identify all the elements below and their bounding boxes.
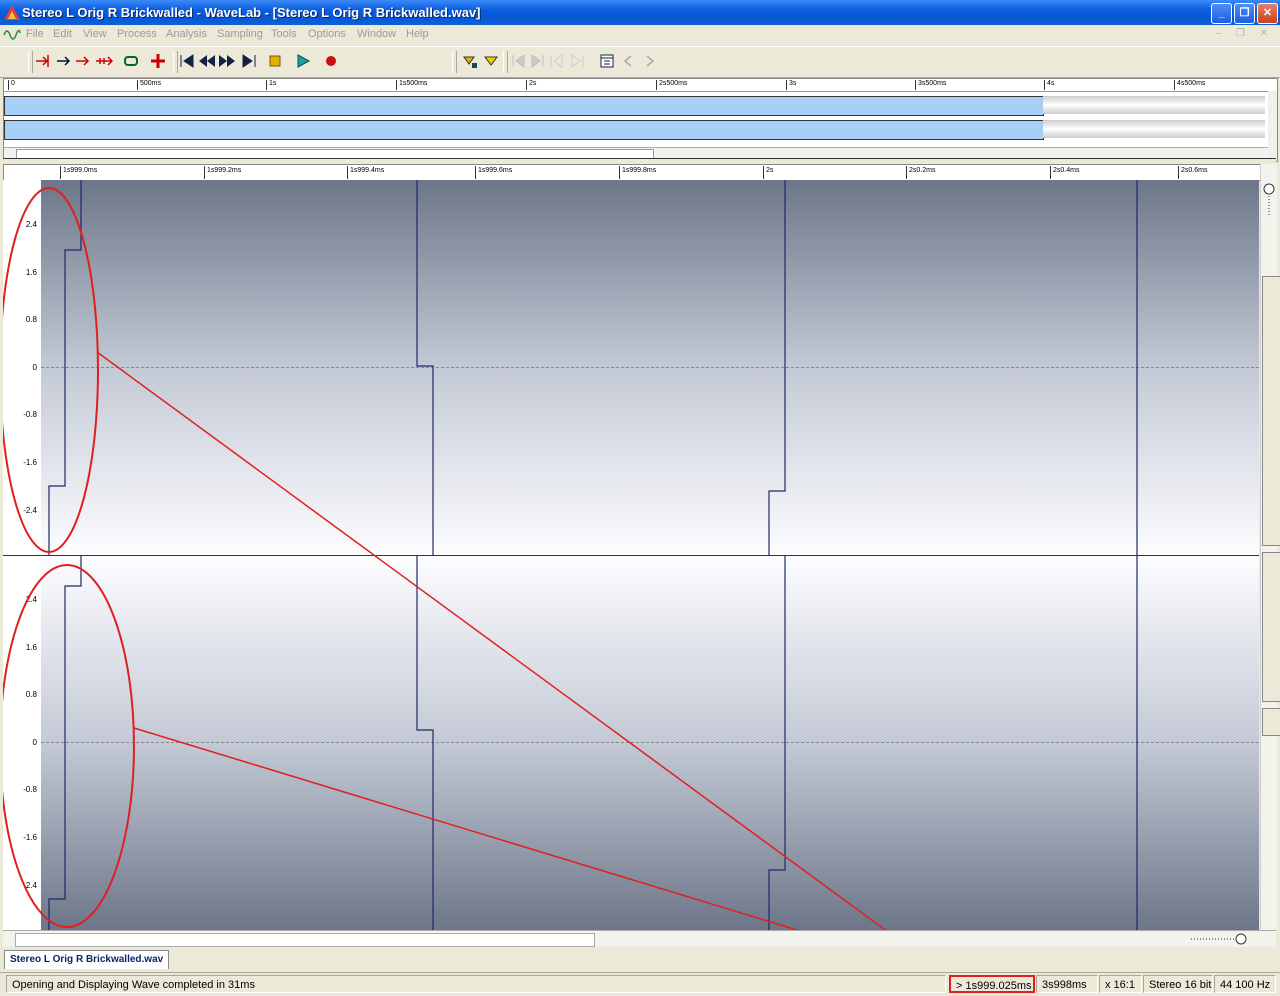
menu-view[interactable]: View	[83, 28, 107, 40]
annotation-ellipse-right	[3, 564, 135, 928]
main-horizontal-scrollbar[interactable]	[3, 930, 1276, 947]
status-length: 3s998ms	[1036, 975, 1098, 993]
select-left-icon[interactable]	[34, 53, 52, 69]
restore-button[interactable]: ❐	[1234, 3, 1255, 24]
overview-ruler-label: 0	[8, 80, 15, 90]
status-cursor-position: > 1s999.025ms	[949, 975, 1035, 993]
docked-meter-panel-top[interactable]	[1262, 276, 1280, 546]
stop-icon[interactable]	[266, 53, 284, 69]
status-message: Opening and Displaying Wave completed in…	[6, 975, 946, 993]
loop-icon[interactable]	[122, 53, 140, 69]
window-title: Stereo L Orig R Brickwalled - WaveLab - …	[22, 5, 481, 20]
minimize-button[interactable]: _	[1211, 3, 1232, 24]
go-to-end-icon[interactable]	[240, 53, 258, 69]
overview-ruler-label: 500ms	[137, 80, 161, 90]
select-right-icon[interactable]	[74, 53, 92, 69]
overview-pane[interactable]: 0 500ms 1s 1s500ms 2s 2s500ms 3s 3s500ms…	[3, 78, 1278, 162]
pane-splitter[interactable]	[3, 158, 1276, 163]
main-ruler-label: 2s0.4ms	[1050, 166, 1079, 179]
waveform-view[interactable]: 2.4 1.6 0.8 0 -0.8 -1.6 -2.4 2.4 1.6 0.8…	[3, 180, 1259, 930]
right-channel-waveform-path	[48, 556, 1138, 930]
menu-edit[interactable]: Edit	[53, 28, 72, 40]
menu-tools[interactable]: Tools	[271, 28, 297, 40]
forward-arrow-icon[interactable]	[640, 53, 658, 69]
vertical-zoom-icon[interactable]	[1262, 180, 1276, 220]
prev-region-icon[interactable]	[548, 53, 566, 69]
overview-left-channel[interactable]	[4, 96, 1044, 116]
main-ruler-label: 1s999.2ms	[204, 166, 241, 179]
menu-process[interactable]: Process	[117, 28, 157, 40]
overview-time-ruler[interactable]: 0 500ms 1s 1s500ms 2s 2s500ms 3s 3s500ms…	[4, 79, 1268, 92]
main-ruler-label: 2s0.2ms	[906, 166, 935, 179]
overview-horizontal-scrollbar[interactable]	[4, 147, 1268, 159]
overview-vertical-zoom[interactable]	[1268, 91, 1277, 161]
overview-ruler-label: 3s	[786, 80, 796, 90]
cursor-right-icon[interactable]	[55, 53, 73, 69]
menu-sampling[interactable]: Sampling	[217, 28, 263, 40]
marker-dropdown-icon[interactable]	[482, 53, 500, 69]
menu-options[interactable]: Options	[308, 28, 346, 40]
overview-ruler-label: 1s	[266, 80, 276, 90]
rewind-icon[interactable]	[198, 53, 216, 69]
annotation-ellipse-left	[3, 187, 99, 553]
toolbar-grip[interactable]	[452, 51, 457, 73]
overview-ruler-label: 1s500ms	[396, 80, 427, 90]
main-ruler-label: 1s999.8ms	[619, 166, 656, 179]
transport-toolbar	[0, 46, 1280, 78]
play-icon[interactable]	[294, 53, 312, 69]
annotation-line-left	[96, 351, 887, 930]
overview-ruler-label: 4s500ms	[1174, 80, 1205, 90]
overview-empty-right	[1043, 120, 1265, 138]
overview-ruler-label: 2s500ms	[656, 80, 687, 90]
fast-forward-icon[interactable]	[218, 53, 236, 69]
wavelab-app-icon[interactable]	[4, 5, 20, 20]
status-sample-rate: 44 100 Hz	[1214, 975, 1276, 993]
close-button[interactable]: ✕	[1257, 3, 1278, 24]
wave-document-icon[interactable]	[3, 27, 21, 43]
overview-ruler-label: 3s500ms	[915, 80, 946, 90]
select-all-icon[interactable]	[95, 53, 113, 69]
left-channel-waveform-path	[48, 180, 1138, 555]
menu-window[interactable]: Window	[357, 28, 396, 40]
overview-ruler-label: 2s	[526, 80, 536, 90]
main-ruler-label: 1s999.0ms	[60, 166, 97, 179]
toolbar-grip[interactable]	[28, 51, 33, 73]
calendar-view-icon[interactable]	[598, 53, 616, 69]
overview-right-channel[interactable]	[4, 120, 1044, 140]
waveform-overlay	[3, 180, 1138, 930]
menu-help[interactable]: Help	[406, 28, 429, 40]
main-time-ruler[interactable]: 1s999.0ms 1s999.2ms 1s999.4ms 1s999.6ms …	[3, 164, 1263, 181]
document-tab[interactable]: Stereo L Orig R Brickwalled.wav	[4, 950, 170, 969]
status-bar: Opening and Displaying Wave completed in…	[0, 972, 1280, 995]
menu-analysis[interactable]: Analysis	[166, 28, 207, 40]
main-ruler-label: 1s999.4ms	[347, 166, 384, 179]
annotation-line-right	[133, 727, 800, 930]
next-region-icon[interactable]	[568, 53, 586, 69]
main-ruler-label: 2s	[763, 166, 773, 179]
overview-empty-left	[1043, 96, 1265, 114]
menu-bar: File Edit View Process Analysis Sampling…	[0, 25, 1280, 45]
menu-file[interactable]: File	[26, 28, 44, 40]
main-ruler-label: 1s999.6ms	[475, 166, 512, 179]
prev-marker-icon[interactable]	[510, 53, 528, 69]
record-icon[interactable]	[322, 53, 340, 69]
horizontal-zoom-icon[interactable]	[1187, 933, 1257, 945]
status-zoom: x 16:1	[1099, 975, 1142, 993]
next-marker-icon[interactable]	[528, 53, 546, 69]
main-scroll-thumb[interactable]	[15, 933, 595, 947]
title-bar[interactable]: Stereo L Orig R Brickwalled - WaveLab - …	[0, 0, 1280, 25]
back-arrow-icon[interactable]	[620, 53, 638, 69]
marker-icon[interactable]	[462, 53, 480, 69]
overview-ruler-label: 4s	[1044, 80, 1054, 90]
status-format: Stereo 16 bit	[1143, 975, 1213, 993]
scrub-icon[interactable]	[149, 53, 167, 69]
toolbar-grip[interactable]	[503, 51, 508, 73]
mdi-window-controls[interactable]: – ❐ ✕	[1216, 28, 1274, 39]
go-to-start-icon[interactable]	[178, 53, 196, 69]
docked-meter-panel-bottom[interactable]	[1262, 552, 1280, 702]
main-ruler-label: 2s0.6ms	[1178, 166, 1207, 179]
docked-meter-panel-small[interactable]	[1262, 708, 1280, 736]
